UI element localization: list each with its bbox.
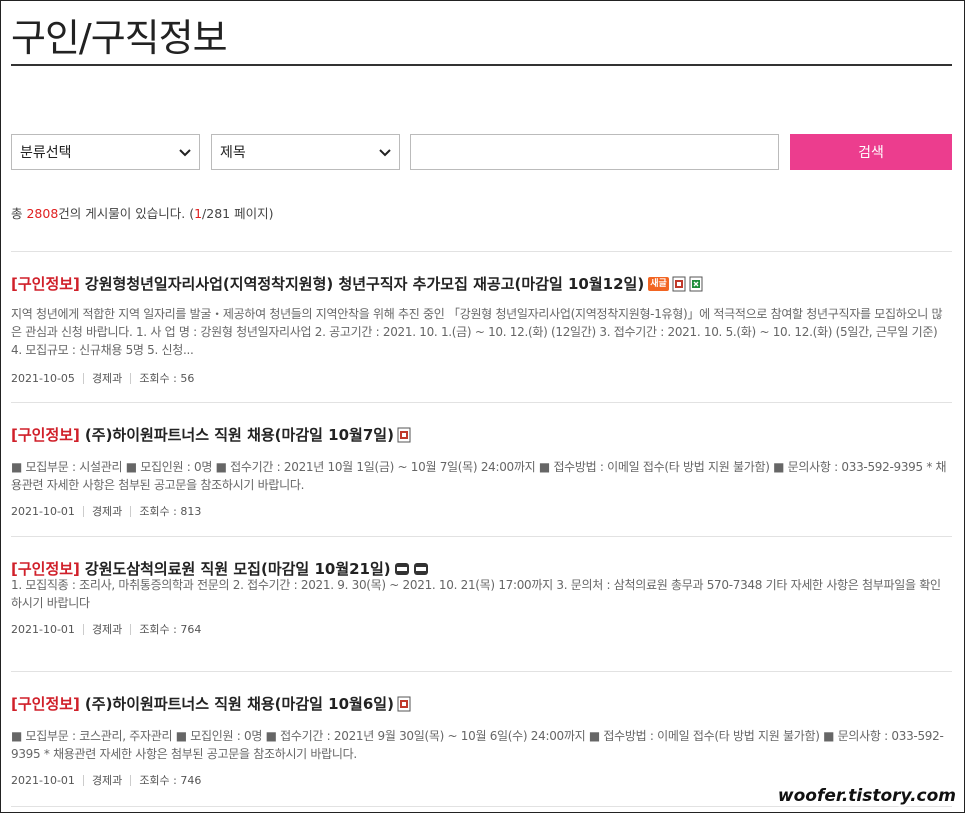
new-badge: 새글: [648, 276, 669, 291]
category-select[interactable]: 분류선택: [11, 134, 200, 170]
zip-file-icon: [413, 562, 428, 575]
current-page: 1: [194, 206, 203, 221]
post-count: 총 2808건의 게시물이 있습니다. (1/281 페이지): [11, 206, 274, 221]
post-summary: ■ 모집부문 : 시설관리 ■ 모집인원 : 0명 ■ 접수기간 : 2021년…: [11, 460, 947, 492]
post-date: 2021-10-05: [11, 371, 75, 385]
post-views: 조회수 : 56: [139, 372, 195, 385]
post-title: 강원형청년일자리사업(지역정착지원형) 청년구직자 추가모집 재공고(마감일 1…: [84, 275, 645, 293]
list-item: [구인정보] 강원도삼척의료원 직원 모집(마감일 10월21일) 1. 모집직…: [11, 537, 952, 672]
post-title-link[interactable]: [구인정보] (주)하이원파트너스 직원 채용(마감일 10월7일): [11, 424, 411, 445]
search-field-select[interactable]: 제목: [211, 134, 400, 170]
post-dept: 경제과: [91, 505, 123, 518]
post-summary: ■ 모집부문 : 코스관리, 주자관리 ■ 모집인원 : 0명 ■ 접수기간 :…: [11, 729, 944, 761]
chevron-down-icon: [379, 149, 391, 157]
chevron-down-icon: [179, 149, 191, 157]
post-date: 2021-10-01: [11, 773, 75, 787]
post-summary: 1. 모집직종 : 조리사, 마취통증의학과 전문의 2. 접수기간 : 202…: [11, 578, 941, 610]
post-views: 조회수 : 813: [139, 505, 202, 518]
list-item: [구인정보] (주)하이원파트너스 직원 채용(마감일 10월7일) ■ 모집부…: [11, 403, 952, 537]
post-title-link[interactable]: [구인정보] 강원형청년일자리사업(지역정착지원형) 청년구직자 추가모집 재공…: [11, 273, 703, 294]
post-views: 조회수 : 764: [139, 623, 202, 636]
zip-file-icon: [394, 562, 409, 575]
hwp-file-icon: [397, 696, 411, 711]
post-title-link[interactable]: [구인정보] (주)하이원파트너스 직원 채용(마감일 10월6일): [11, 693, 411, 714]
post-list: [구인정보] 강원형청년일자리사업(지역정착지원형) 청년구직자 추가모집 재공…: [11, 251, 952, 807]
post-meta: 2021-10-05 경제과 조회수 : 56: [11, 370, 194, 386]
post-title: (주)하이원파트너스 직원 채용(마감일 10월7일): [84, 426, 394, 444]
post-date: 2021-10-01: [11, 622, 75, 636]
post-date: 2021-10-01: [11, 504, 75, 518]
post-category: [구인정보]: [11, 426, 80, 444]
post-category: [구인정보]: [11, 275, 80, 293]
search-input[interactable]: [410, 134, 779, 170]
post-meta: 2021-10-01 경제과 조회수 : 764: [11, 621, 201, 637]
excel-file-icon: [689, 276, 703, 291]
search-bar: 분류선택 제목 검색: [11, 134, 952, 170]
watermark: woofer.tistory.com: [777, 786, 956, 806]
search-button[interactable]: 검색: [790, 134, 952, 170]
hwp-file-icon: [397, 427, 411, 442]
post-views: 조회수 : 746: [139, 774, 202, 787]
category-select-value: 분류선택: [20, 145, 72, 161]
post-summary: 지역 청년에게 적합한 지역 일자리를 발굴・제공하여 청년들의 지역안착을 위…: [11, 307, 943, 357]
post-title: (주)하이원파트너스 직원 채용(마감일 10월6일): [84, 695, 394, 713]
post-meta: 2021-10-01 경제과 조회수 : 746: [11, 772, 201, 788]
search-field-select-value: 제목: [220, 145, 246, 161]
list-item: [구인정보] 강원형청년일자리사업(지역정착지원형) 청년구직자 추가모집 재공…: [11, 252, 952, 403]
post-dept: 경제과: [91, 623, 123, 636]
page-title: 구인/구직정보: [11, 16, 228, 60]
title-divider: [11, 64, 952, 66]
post-dept: 경제과: [91, 372, 123, 385]
post-dept: 경제과: [91, 774, 123, 787]
hwp-file-icon: [672, 276, 686, 291]
post-meta: 2021-10-01 경제과 조회수 : 813: [11, 503, 201, 519]
total-count: 2808: [26, 206, 59, 221]
post-category: [구인정보]: [11, 695, 80, 713]
